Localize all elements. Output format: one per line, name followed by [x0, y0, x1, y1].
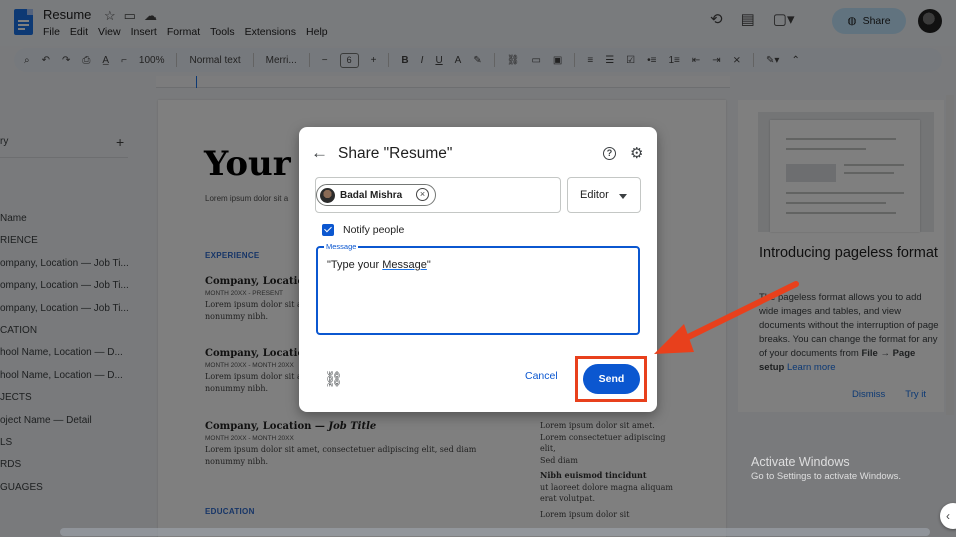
notify-people-row[interactable]: Notify people	[322, 224, 404, 236]
activate-windows-watermark: Activate Windows Go to Settings to activ…	[751, 455, 901, 482]
cancel-button[interactable]: Cancel	[525, 370, 558, 382]
recipient-name: Badal Mishra	[340, 189, 403, 201]
send-button[interactable]: Send	[583, 364, 640, 394]
back-arrow-icon[interactable]: ←	[311, 143, 328, 163]
message-label: Message	[324, 242, 359, 251]
annotation-arrow-icon	[654, 281, 799, 354]
role-value: Editor	[580, 189, 609, 201]
message-text[interactable]: "Type your Message"	[327, 259, 431, 271]
remove-recipient-icon[interactable]: ×	[416, 188, 429, 201]
recipient-chip: Badal Mishra ×	[316, 184, 436, 206]
horizontal-scrollbar[interactable]	[60, 528, 930, 536]
copy-link-icon[interactable]: ⛓	[324, 370, 343, 388]
role-select[interactable]: Editor	[567, 177, 641, 213]
chevron-left-icon: ‹	[946, 509, 950, 523]
help-icon[interactable]: ?	[603, 147, 616, 160]
notify-label: Notify people	[343, 224, 405, 236]
recipient-avatar	[320, 187, 335, 203]
notify-checkbox[interactable]	[322, 224, 334, 236]
dialog-title: Share "Resume"	[338, 145, 453, 162]
dropdown-arrow-icon	[619, 194, 627, 199]
gear-icon[interactable]: ⚙	[630, 144, 643, 162]
share-dialog: ← Share "Resume" ? ⚙ Badal Mishra × Edit…	[299, 127, 657, 412]
